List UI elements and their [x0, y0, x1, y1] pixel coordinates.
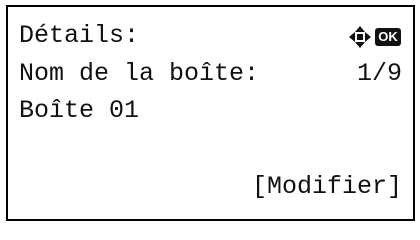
box-name-value: Boîte 01	[19, 96, 140, 125]
screen-title: Détails:	[19, 21, 140, 50]
ok-icon: OK	[375, 28, 401, 46]
field-label: Nom de la boîte:	[19, 59, 260, 88]
modify-softkey[interactable]: [Modifier]	[252, 172, 402, 202]
lcd-panel: Détails: OK Nom de la boîte: 1/9 Boîte 0…	[6, 5, 415, 221]
navigation-indicator: OK	[348, 25, 401, 49]
four-way-arrow-icon	[349, 26, 371, 48]
page-indicator: 1/9	[356, 59, 402, 88]
